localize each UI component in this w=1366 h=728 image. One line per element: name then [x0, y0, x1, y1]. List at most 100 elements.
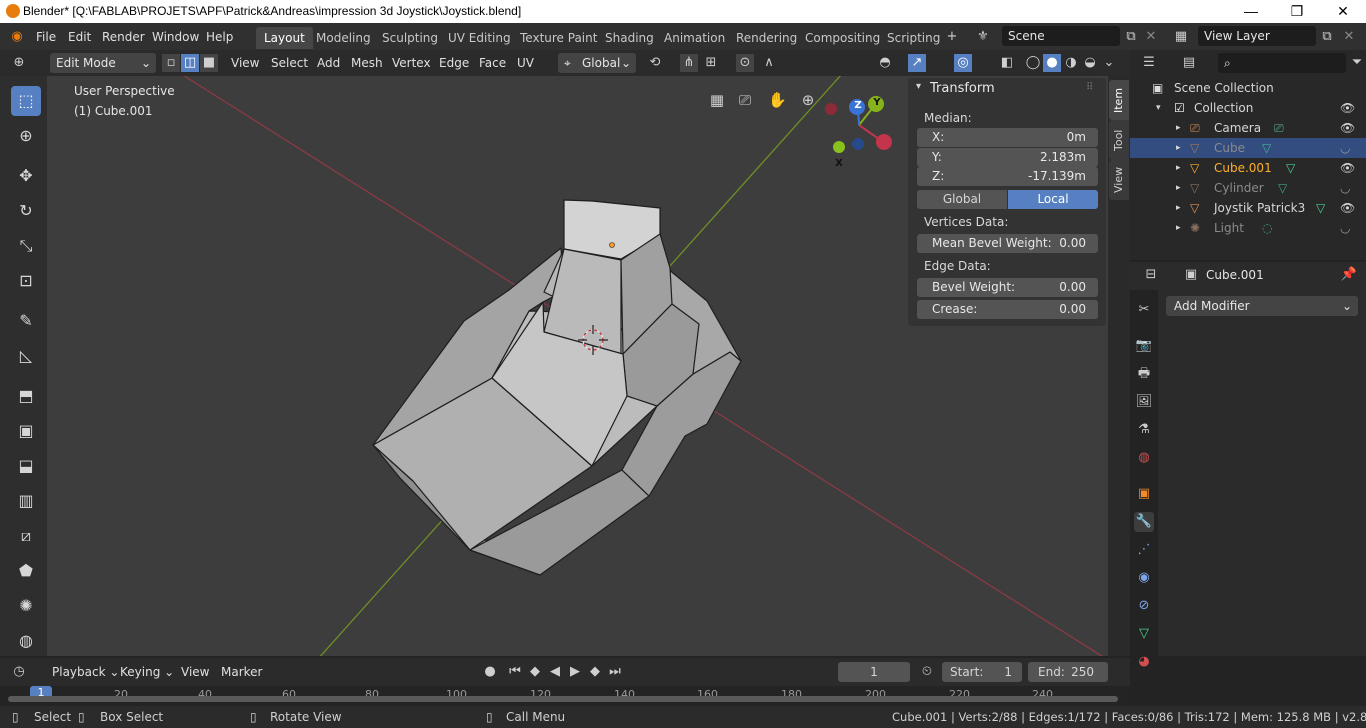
- menu-face[interactable]: Face: [473, 53, 512, 73]
- outliner-editor-icon[interactable]: ☰: [1140, 54, 1158, 72]
- pivot-icon[interactable]: ⟲: [646, 54, 664, 72]
- visibility-icon[interactable]: ◓: [876, 54, 894, 72]
- play-reverse-icon[interactable]: ◀: [546, 663, 564, 681]
- maximize-button[interactable]: ❐: [1274, 0, 1320, 23]
- falloff-icon[interactable]: ∧: [760, 54, 778, 72]
- minimize-button[interactable]: —: [1228, 0, 1274, 23]
- median-z-field[interactable]: Z: -17.139m: [917, 167, 1098, 186]
- outliner-item-cube-001[interactable]: ▸ ▽ Cube.001 ▽ 👁: [1130, 158, 1366, 178]
- outliner-scene-collection[interactable]: ▣ Scene Collection: [1130, 78, 1366, 98]
- tab-sculpting[interactable]: Sculpting: [374, 27, 446, 49]
- current-frame-field[interactable]: 1: [838, 662, 910, 682]
- camera-view-icon[interactable]: ⎚: [736, 91, 754, 109]
- pan-view-hand-icon[interactable]: ✋: [768, 91, 787, 109]
- add-workspace-icon[interactable]: +: [943, 28, 961, 46]
- tab-shading[interactable]: Shading: [597, 27, 662, 49]
- blender-menu-icon[interactable]: ◉: [8, 28, 26, 46]
- zoom-view-icon[interactable]: ⊕: [799, 91, 817, 109]
- mean-bevel-weight-field[interactable]: Mean Bevel Weight: 0.00: [917, 234, 1098, 253]
- properties-editor-icon[interactable]: ⊟: [1142, 266, 1160, 284]
- spin-tool-icon[interactable]: ✺: [11, 591, 41, 621]
- menu-render[interactable]: Render: [96, 27, 151, 47]
- jump-end-icon[interactable]: ⏭: [606, 663, 624, 681]
- tab-item[interactable]: Item: [1109, 80, 1129, 120]
- play-icon[interactable]: ▶: [566, 663, 584, 681]
- timeline-editor-icon[interactable]: ◷: [10, 663, 28, 681]
- select-box-tool-icon[interactable]: ⬚: [11, 86, 41, 116]
- bevel-tool-icon[interactable]: ⬓: [11, 451, 41, 481]
- vertex-select-icon[interactable]: ▫: [162, 54, 180, 72]
- next-keyframe-icon[interactable]: ◆: [586, 663, 604, 681]
- tab-compositing[interactable]: Compositing: [797, 27, 888, 49]
- render-props-icon[interactable]: 📷: [1134, 336, 1154, 356]
- view-layer-props-icon[interactable]: 🖼: [1134, 392, 1154, 412]
- remove-view-layer-icon[interactable]: ✕: [1340, 28, 1358, 46]
- tab-tool[interactable]: Tool: [1109, 120, 1129, 160]
- material-shading-icon[interactable]: ◑: [1062, 54, 1080, 72]
- menu-marker[interactable]: Marker: [215, 662, 268, 682]
- outliner-item-camera[interactable]: ▸ ⎚ Camera ⎚ 👁: [1130, 118, 1366, 138]
- modifier-props-icon[interactable]: 🔧: [1134, 512, 1154, 532]
- rendered-shading-icon[interactable]: ◒: [1081, 54, 1099, 72]
- tab-texture-paint[interactable]: Texture Paint: [512, 27, 605, 49]
- view-layer-field[interactable]: View Layer: [1198, 26, 1316, 46]
- crease-field[interactable]: Crease: 0.00: [917, 300, 1098, 319]
- edge-select-icon[interactable]: ◫: [181, 54, 199, 72]
- menu-help[interactable]: Help: [200, 27, 239, 47]
- menu-view[interactable]: View: [225, 53, 265, 73]
- measure-tool-icon[interactable]: ◺: [11, 341, 41, 371]
- display-mode-icon[interactable]: ▤: [1180, 54, 1198, 72]
- menu-vertex[interactable]: Vertex: [386, 53, 437, 73]
- outliner-item-light[interactable]: ▸ ✺ Light ◌ ◡: [1130, 218, 1366, 238]
- timeline-scrollbar[interactable]: [8, 696, 1118, 702]
- physics-props-icon[interactable]: ◉: [1134, 568, 1154, 588]
- menu-select[interactable]: Select: [265, 53, 314, 73]
- menu-keying[interactable]: Keying ⌄: [114, 662, 180, 682]
- jump-start-icon[interactable]: ⏮: [506, 663, 524, 681]
- outliner-item-cylinder[interactable]: ▸ ▽ Cylinder ▽ ◡: [1130, 178, 1366, 198]
- record-icon[interactable]: ●: [481, 663, 499, 681]
- inset-tool-icon[interactable]: ▣: [11, 416, 41, 446]
- transform-tool-icon[interactable]: ⊡: [11, 266, 41, 296]
- menu-edge[interactable]: Edge: [433, 53, 475, 73]
- scene-props-icon[interactable]: ⚗: [1134, 420, 1154, 440]
- rotate-tool-icon[interactable]: ↻: [11, 196, 41, 226]
- collapse-arrow-icon[interactable]: ▾: [916, 81, 921, 92]
- orientation-dropdown[interactable]: ⌖ Global ⌄: [558, 53, 636, 73]
- particles-props-icon[interactable]: ⋰: [1134, 540, 1154, 560]
- scene-icon[interactable]: ⚜: [974, 28, 992, 46]
- gizmo-toggle-icon[interactable]: ↗: [908, 54, 926, 72]
- filter-icon[interactable]: ⏷: [1348, 54, 1366, 72]
- outliner-item-joystik-patrick3[interactable]: ▸ ▽ Joystik Patrick3 ▽ 👁: [1130, 198, 1366, 218]
- outliner-search-input[interactable]: ⌕: [1218, 53, 1346, 73]
- pin-icon[interactable]: 📌: [1340, 266, 1358, 284]
- local-toggle[interactable]: Local: [1008, 190, 1098, 209]
- menu-mesh[interactable]: Mesh: [345, 53, 389, 73]
- tab-modeling[interactable]: Modeling: [308, 27, 379, 49]
- wireframe-shading-icon[interactable]: ◯: [1024, 54, 1042, 72]
- gizmo-x-label[interactable]: X: [833, 158, 845, 169]
- timeline-ruler[interactable]: 1 20 40 60 80 100 120 140 160 180 200 22…: [0, 686, 1130, 706]
- world-props-icon[interactable]: ◍: [1134, 448, 1154, 468]
- outliner-item-cube[interactable]: ▸ ▽ Cube ▽ ◡: [1130, 138, 1366, 158]
- xray-icon[interactable]: ◧: [998, 54, 1016, 72]
- tab-view[interactable]: View: [1109, 160, 1129, 200]
- shading-options-icon[interactable]: ⌄: [1100, 54, 1118, 72]
- start-frame-field[interactable]: Start: 1: [942, 662, 1022, 682]
- tool-props-icon[interactable]: ✂: [1134, 300, 1154, 320]
- copy-scene-icon[interactable]: ⧉: [1122, 28, 1140, 46]
- smooth-tool-icon[interactable]: ◍: [11, 626, 41, 656]
- transform-section-title[interactable]: Transform: [930, 81, 995, 96]
- editor-type-icon[interactable]: ⊕: [10, 54, 28, 72]
- menu-edit[interactable]: Edit: [62, 27, 97, 47]
- median-y-field[interactable]: Y: 2.183m: [917, 148, 1098, 167]
- prev-keyframe-icon[interactable]: ◆: [526, 663, 544, 681]
- cursor-tool-icon[interactable]: ⊕: [11, 121, 41, 151]
- menu-uv[interactable]: UV: [511, 53, 540, 73]
- close-button[interactable]: ✕: [1320, 0, 1366, 23]
- gizmo-z-label[interactable]: Z: [852, 100, 864, 111]
- median-x-field[interactable]: X: 0m: [917, 128, 1098, 147]
- tab-uv-editing[interactable]: UV Editing: [440, 27, 519, 49]
- face-select-icon[interactable]: ■: [200, 54, 218, 72]
- end-frame-field[interactable]: End: 250: [1028, 662, 1108, 682]
